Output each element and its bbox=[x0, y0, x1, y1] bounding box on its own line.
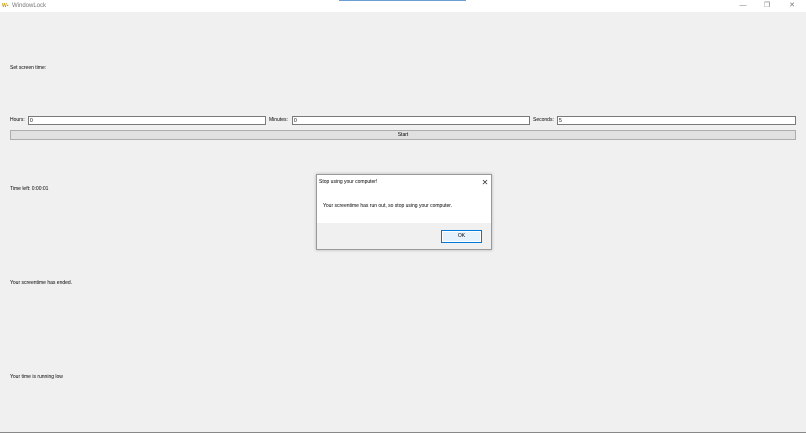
app-logo-icon: W▪ bbox=[2, 3, 9, 9]
dialog-footer: OK bbox=[317, 223, 491, 249]
time-left-label: Time left: 0:00:01 bbox=[10, 186, 49, 192]
start-button[interactable]: Start bbox=[10, 130, 796, 140]
seconds-input[interactable] bbox=[557, 116, 796, 125]
hours-input[interactable] bbox=[28, 116, 266, 125]
time-running-low-label: Your time is running low bbox=[10, 374, 63, 380]
minutes-input[interactable] bbox=[292, 116, 530, 125]
hours-label: Hours: bbox=[10, 117, 25, 123]
minimize-button[interactable]: — bbox=[732, 0, 754, 12]
window-close-button[interactable]: ✕ bbox=[781, 0, 803, 12]
maximize-button[interactable]: ❐ bbox=[756, 0, 778, 12]
stop-dialog: Stop using your computer! ✕ Your screent… bbox=[316, 174, 492, 250]
screentime-ended-label: Your screentime has ended. bbox=[10, 280, 73, 286]
dialog-title: Stop using your computer! bbox=[319, 179, 378, 185]
minutes-label: Minutes: bbox=[269, 117, 288, 123]
app-window: W▪ WindowLock — ❐ ✕ Set screen time: Hou… bbox=[0, 0, 806, 433]
dialog-message: Your screentime has run out, so stop usi… bbox=[323, 203, 453, 209]
title-accent-line bbox=[339, 0, 466, 1]
set-screen-time-label: Set screen time: bbox=[10, 65, 47, 71]
window-title: WindowLock bbox=[12, 3, 47, 9]
dialog-close-icon[interactable]: ✕ bbox=[479, 177, 491, 188]
ok-button[interactable]: OK bbox=[441, 230, 482, 243]
seconds-label: Seconds: bbox=[533, 117, 554, 123]
title-bar: W▪ WindowLock — ❐ ✕ bbox=[0, 0, 806, 12]
